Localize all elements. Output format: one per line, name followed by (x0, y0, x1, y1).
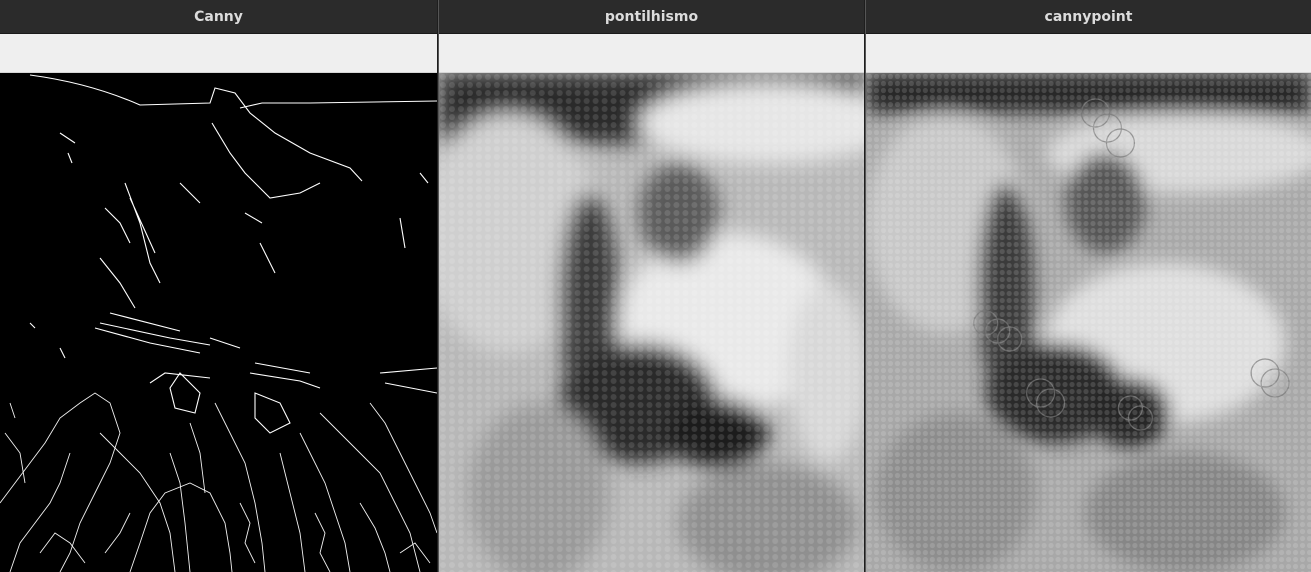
window-title: Canny (194, 8, 243, 25)
canny-window: Canny (0, 0, 437, 572)
canny-titlebar[interactable]: Canny (0, 0, 437, 34)
pontilhismo-image (439, 73, 864, 572)
window-toolbar (0, 34, 437, 73)
canny-edge-image (0, 73, 437, 572)
cannypoint-window: cannypoint (865, 0, 1311, 572)
pontilhismo-image-svg (439, 73, 864, 572)
window-title: cannypoint (1044, 8, 1133, 25)
pontilhismo-window: pontilhismo (438, 0, 864, 572)
window-toolbar (439, 34, 864, 73)
window-toolbar (866, 34, 1311, 73)
window-title: pontilhismo (604, 8, 699, 25)
canny-edge-image-svg (0, 73, 437, 572)
cannypoint-image (866, 73, 1311, 572)
cannypoint-image-svg (866, 73, 1311, 572)
cannypoint-titlebar[interactable]: cannypoint (866, 0, 1311, 34)
pontilhismo-titlebar[interactable]: pontilhismo (439, 0, 864, 34)
